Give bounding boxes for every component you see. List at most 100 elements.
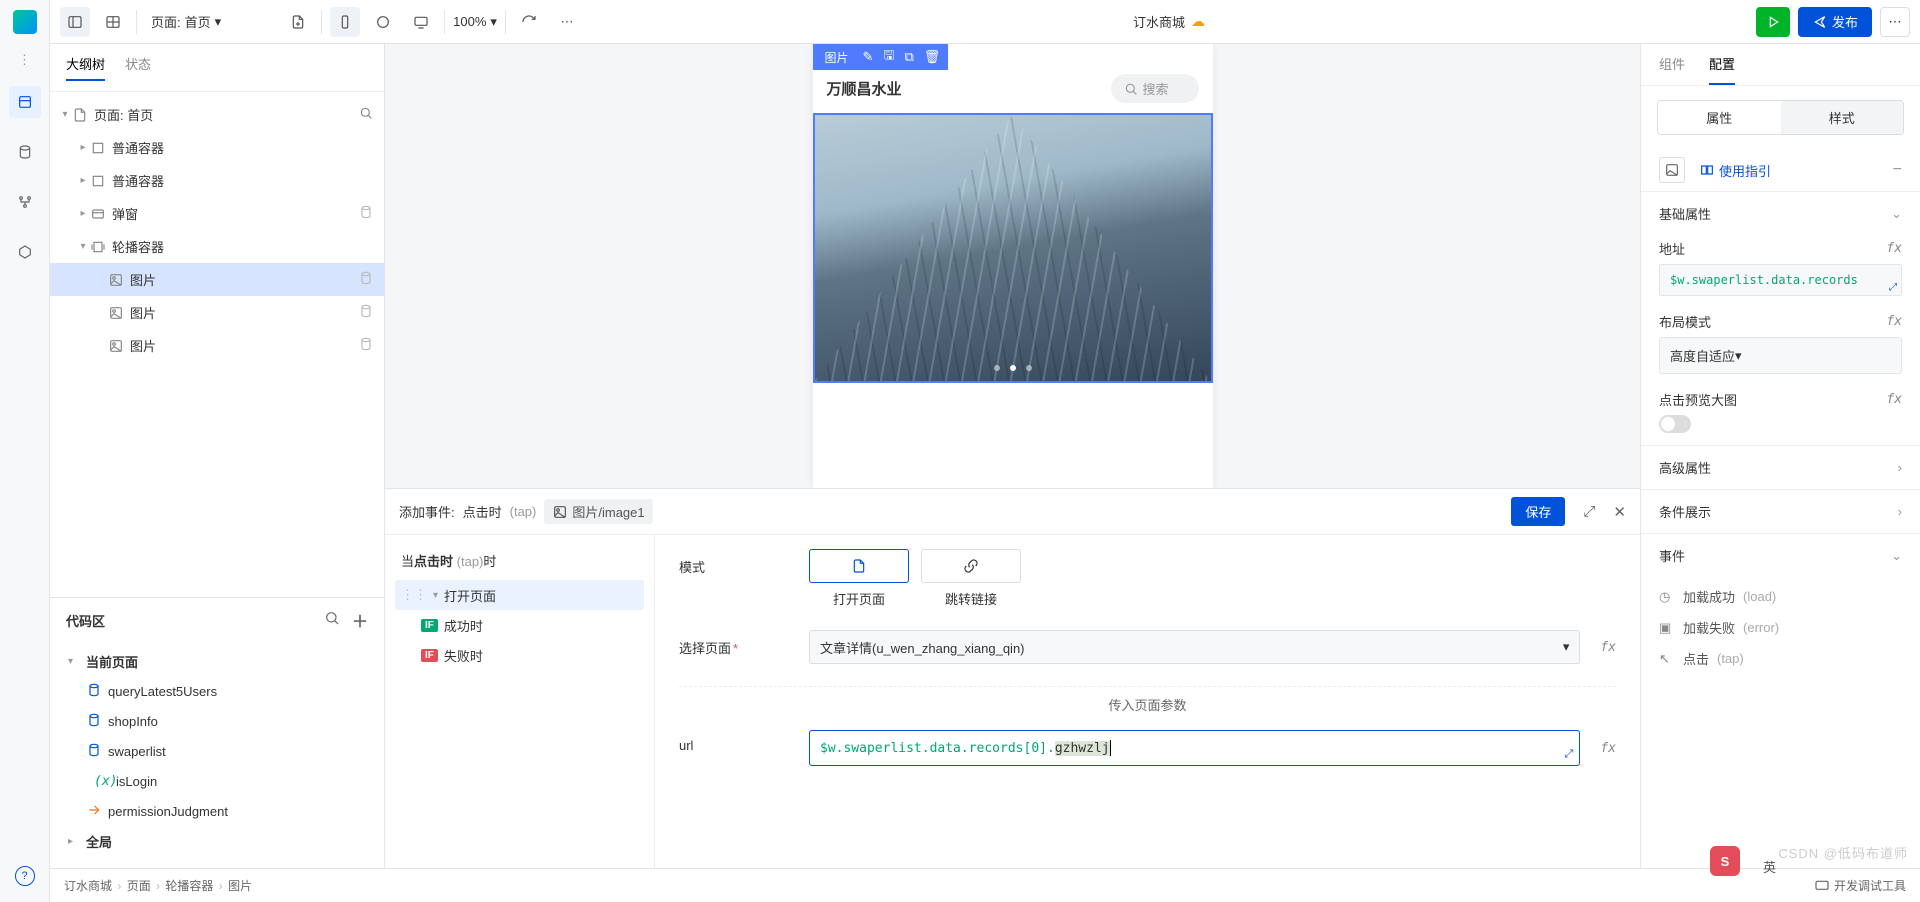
section-events[interactable]: 事件⌄ <box>1641 534 1920 577</box>
tab-state[interactable]: 状态 <box>125 54 151 81</box>
event-save-button[interactable]: 保存 <box>1511 497 1565 526</box>
mode-label: 模式 <box>679 549 809 576</box>
preview-button[interactable] <box>1756 7 1790 37</box>
code-group[interactable]: ▸全局 <box>50 826 384 856</box>
chevron-down-icon: ▾ <box>490 14 497 30</box>
app-title: 订水商城 <box>1133 12 1185 31</box>
mode-option[interactable]: 跳转链接 <box>921 549 1021 608</box>
device-mobile-icon[interactable] <box>330 7 360 37</box>
code-item[interactable]: shopInfo <box>50 706 384 736</box>
params-header: 传入页面参数 <box>679 686 1616 730</box>
nav-settings-icon[interactable] <box>9 236 41 268</box>
lang-indicator: 英 <box>1763 857 1776 876</box>
nav-pages-icon[interactable] <box>9 86 41 118</box>
fx-icon[interactable]: fx <box>1886 241 1902 256</box>
code-group[interactable]: ▾当前页面 <box>50 646 384 676</box>
seg-attr[interactable]: 属性 <box>1658 101 1781 134</box>
fx-icon[interactable]: fx <box>1886 392 1902 407</box>
tree-row[interactable]: 图片 <box>50 296 384 329</box>
product-logo[interactable] <box>13 10 37 34</box>
carousel-image[interactable] <box>813 113 1213 383</box>
src-label: 地址 <box>1659 239 1685 258</box>
close-icon[interactable]: ✕ <box>1613 503 1626 521</box>
overflow-icon[interactable]: ⋯ <box>552 7 582 37</box>
nav-workflow-icon[interactable] <box>9 186 41 218</box>
mode-option[interactable]: 打开页面 <box>809 549 909 608</box>
more-icon[interactable]: ⋮ <box>18 52 31 68</box>
event-title-prefix: 添加事件: <box>399 502 455 521</box>
expand-icon[interactable]: ⤢ <box>1583 503 1595 520</box>
code-item[interactable]: permissionJudgment <box>50 796 384 826</box>
collapse-icon[interactable]: − <box>1893 161 1902 179</box>
section-condition[interactable]: 条件展示› <box>1641 490 1920 533</box>
section-base-attr[interactable]: 基础属性⌄ <box>1641 192 1920 235</box>
src-expression[interactable]: $w.swaperlist.data.records⤢ <box>1659 264 1902 296</box>
publish-button[interactable]: 发布 <box>1798 7 1872 37</box>
seg-style[interactable]: 样式 <box>1781 101 1904 134</box>
panel-left-icon[interactable] <box>60 7 90 37</box>
tree-row[interactable]: ▸弹窗 <box>50 197 384 230</box>
tab-config[interactable]: 配置 <box>1709 54 1735 85</box>
chevron-down-icon: ▾ <box>215 14 222 30</box>
action-row[interactable]: IF成功时 <box>395 610 644 640</box>
topbar: 页面: 首页 ▾ 100%▾ ⋯ 订水商城 ☁ 发布 ⋯ <box>50 0 1920 44</box>
devtools-link[interactable]: 开发调试工具 <box>1814 877 1906 894</box>
help-icon[interactable]: ? <box>15 866 35 886</box>
url-label: url <box>679 730 809 753</box>
selection-tag: 图片 <box>821 49 853 66</box>
image-icon[interactable] <box>1659 157 1685 183</box>
fx-icon[interactable]: fx <box>1600 640 1616 655</box>
panel-grid-icon[interactable] <box>98 7 128 37</box>
breadcrumb-item[interactable]: 订水商城 <box>64 879 127 893</box>
new-page-icon[interactable] <box>283 7 313 37</box>
tree-row[interactable]: ▾轮播容器 <box>50 230 384 263</box>
save-icon[interactable]: 🖫 <box>883 46 894 68</box>
tree-row[interactable]: ▸普通容器 <box>50 131 384 164</box>
tree-row[interactable]: 图片 <box>50 329 384 362</box>
tab-outline[interactable]: 大纲树 <box>66 54 105 81</box>
page-select[interactable]: 文章详情(u_wen_zhang_xiang_qin) ▾ <box>809 630 1580 664</box>
search-input[interactable]: 搜索 <box>1111 74 1199 103</box>
layout-label: 布局模式 <box>1659 312 1711 331</box>
tab-component[interactable]: 组件 <box>1659 54 1685 85</box>
delete-icon[interactable]: 🗑 <box>924 49 941 65</box>
event-item[interactable]: ◷加载成功 (load) <box>1641 581 1920 612</box>
tree-row[interactable]: ▾页面: 首页 <box>50 98 384 131</box>
event-target-chip[interactable]: 图片/image1 <box>544 499 652 524</box>
nav-data-icon[interactable] <box>9 136 41 168</box>
breadcrumb-item[interactable]: 图片 <box>228 879 256 893</box>
code-add-icon[interactable]: ＋ <box>352 608 368 632</box>
layout-select[interactable]: 高度自适应▾ <box>1659 337 1902 374</box>
zoom-selector[interactable]: 100%▾ <box>453 14 497 30</box>
code-search-icon[interactable] <box>324 610 340 631</box>
event-item[interactable]: ↖点击 (tap) <box>1641 643 1920 674</box>
expand-expr-icon[interactable]: ⤢ <box>1565 747 1574 761</box>
page-label-prefix: 页面: <box>151 12 181 31</box>
chevron-down-icon: ▾ <box>1563 639 1570 655</box>
url-expression-input[interactable]: $w.swaperlist.data.records[0].gzhwzlj ⤢ <box>809 730 1580 766</box>
device-desktop-icon[interactable] <box>406 7 436 37</box>
breadcrumb-item[interactable]: 轮播容器 <box>165 879 228 893</box>
refresh-icon[interactable] <box>514 7 544 37</box>
page-selector[interactable]: 页面: 首页 ▾ <box>145 8 227 35</box>
action-row[interactable]: IF失败时 <box>395 640 644 670</box>
code-item[interactable]: (x)isLogin <box>50 766 384 796</box>
usage-guide-link[interactable]: 使用指引 <box>1699 161 1771 180</box>
expand-icon[interactable]: ⤢ <box>1889 282 1897 293</box>
fx-icon[interactable]: fx <box>1886 314 1902 329</box>
device-tablet-icon[interactable] <box>368 7 398 37</box>
breadcrumb-item[interactable]: 页面 <box>127 879 166 893</box>
event-item[interactable]: ▣加载失败 (error) <box>1641 612 1920 643</box>
event-when: 当点击时 (tap)时 <box>395 547 644 580</box>
tree-row[interactable]: ▸普通容器 <box>50 164 384 197</box>
more-menu-icon[interactable]: ⋯ <box>1880 7 1910 37</box>
action-row[interactable]: ⋮⋮▾打开页面 <box>395 580 644 610</box>
preview-toggle[interactable] <box>1659 415 1691 433</box>
edit-icon[interactable]: ✎ <box>863 49 874 65</box>
tree-row[interactable]: 图片 <box>50 263 384 296</box>
copy-icon[interactable]: ⧉ <box>905 49 914 65</box>
fx-icon[interactable]: fx <box>1600 741 1616 756</box>
code-item[interactable]: swaperlist <box>50 736 384 766</box>
code-item[interactable]: queryLatest5Users <box>50 676 384 706</box>
section-adv-attr[interactable]: 高级属性› <box>1641 446 1920 489</box>
